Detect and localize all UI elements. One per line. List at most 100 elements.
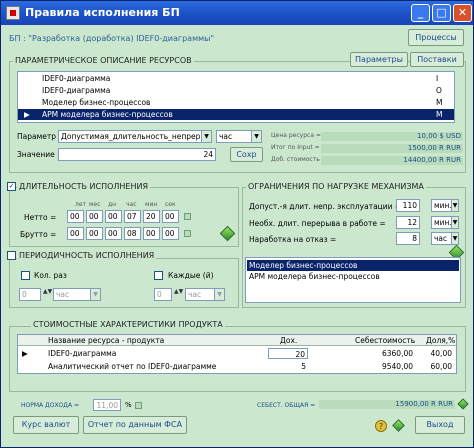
list-item-selected[interactable]: Моделер бизнес-процессов — [247, 260, 459, 271]
params-button[interactable]: Параметры — [350, 52, 408, 67]
value-input[interactable]: 24 — [58, 148, 216, 161]
minimize-button[interactable]: _ — [411, 4, 430, 22]
col-days: дн — [108, 201, 117, 208]
gross-days[interactable]: 00 — [105, 227, 122, 240]
add-cost-label: Доб. стоимость = — [271, 156, 327, 163]
each-unit-select[interactable]: час ▼ — [185, 288, 225, 301]
count-unit-select[interactable]: час ▼ — [53, 288, 101, 301]
net-days[interactable]: 00 — [105, 210, 122, 223]
processes-button[interactable]: Процессы — [408, 29, 464, 46]
resource-code: O — [436, 86, 442, 95]
cost-cost: 6360,00 — [381, 349, 413, 358]
norm-unit: % — [125, 401, 132, 409]
table-row[interactable]: IDEF0-диаграмма I — [18, 73, 454, 84]
chevron-down-icon[interactable]: ▼ — [451, 200, 458, 211]
limit-label: Допуст.-я длит. непр. эксплуатации = — [249, 202, 402, 211]
list-item[interactable]: АРМ моделера бизнес-процессов — [247, 271, 459, 282]
chevron-down-icon[interactable]: ▼ — [201, 131, 211, 142]
chevron-down-icon[interactable]: ▼ — [451, 217, 458, 228]
limits-legend: ОГРАНИЧЕНИЯ ПО НАГРУЗКЕ МЕХАНИЗМА — [246, 182, 426, 191]
table-row[interactable]: ▶ IDEF0-диаграмма 20 6360,00 40,00 — [18, 348, 456, 359]
net-minutes[interactable]: 20 — [143, 210, 160, 223]
count-input[interactable]: 0 — [19, 288, 41, 301]
bp-label: БП : "Разработка (доработка) IDEF0-диагр… — [9, 34, 215, 43]
limit-value[interactable]: 110 — [396, 199, 420, 212]
gross-label: Брутто = — [20, 230, 57, 239]
net-seconds[interactable]: 00 — [162, 210, 179, 223]
chevron-down-icon[interactable]: ▼ — [251, 131, 261, 142]
each-checkbox[interactable] — [154, 271, 163, 280]
limit-unit-select[interactable]: мин. ▼ — [431, 216, 459, 229]
periodicity-checkbox[interactable] — [7, 251, 16, 260]
limit-unit-select[interactable]: мин. ▼ — [431, 199, 459, 212]
apply-icon[interactable] — [392, 419, 405, 432]
main-window: Правила исполнения БП _ □ ✕ БП : "Разраб… — [0, 0, 474, 448]
table-row[interactable]: Аналитический отчет по IDEF0-диаграмме 5… — [18, 361, 456, 372]
chevron-down-icon[interactable]: ▼ — [90, 289, 100, 300]
exit-button[interactable]: Выход — [415, 416, 465, 434]
limit-value[interactable]: 8 — [396, 232, 420, 245]
duration-checkbox[interactable]: ✓ — [7, 182, 16, 191]
duration-legend: ДЛИТЕЛЬНОСТЬ ИСПОЛНЕНИЯ — [17, 182, 151, 191]
chevron-down-icon[interactable]: ▼ — [214, 289, 224, 300]
title-bar[interactable]: Правила исполнения БП _ □ ✕ — [1, 1, 473, 25]
net-toggle[interactable] — [184, 213, 191, 220]
apply-costs-icon[interactable] — [457, 398, 469, 410]
costs-legend: СТОИМОСТНЫЕ ХАРАКТЕРИСТИКИ ПРОДУКТА — [31, 320, 225, 329]
count-spin-icon[interactable]: ▲▼ — [43, 288, 52, 295]
limit-unit-value: час — [434, 234, 448, 243]
table-row[interactable]: IDEF0-диаграмма O — [18, 85, 454, 96]
param-select[interactable]: Допустимая_длительность_непреры ▼ — [58, 130, 212, 143]
total-cost-value: 15900,00 R RUR — [395, 400, 453, 408]
limit-unit-select[interactable]: час ▼ — [431, 232, 459, 245]
cost-name: Аналитический отчет по IDEF0-диаграмме — [48, 362, 217, 371]
norm-input[interactable]: 11,00 — [93, 399, 121, 411]
chevron-down-icon[interactable]: ▼ — [451, 233, 458, 244]
table-row[interactable]: Моделер бизнес-процессов M — [18, 97, 454, 108]
fsa-report-button[interactable]: Отчет по данным ФСА — [83, 416, 187, 434]
close-button[interactable]: ✕ — [453, 4, 472, 22]
supplies-button[interactable]: Поставки — [410, 52, 464, 67]
col-minutes: мин — [145, 201, 158, 208]
resource-code: M — [436, 110, 443, 119]
limit-unit-value: мин. — [434, 201, 452, 210]
help-icon[interactable]: ? — [375, 420, 387, 432]
limit-unit-value: мин. — [434, 218, 452, 227]
each-spin-icon[interactable]: ▲▼ — [174, 288, 183, 295]
each-input[interactable]: 0 — [154, 288, 172, 301]
table-row-selected[interactable]: ▶ АРМ моделера бизнес-процессов M — [18, 109, 454, 120]
gross-minutes[interactable]: 00 — [143, 227, 160, 240]
gross-hours[interactable]: 08 — [124, 227, 141, 240]
param-label: Параметр — [17, 132, 56, 141]
row-pointer-icon: ▶ — [22, 349, 28, 358]
net-hours[interactable]: 07 — [124, 210, 141, 223]
limit-value[interactable]: 12 — [396, 216, 420, 229]
cost-dox[interactable]: 20 — [268, 348, 308, 359]
maximize-button[interactable]: □ — [432, 4, 451, 22]
save-button[interactable]: Сохр — [230, 147, 263, 162]
mechanism-list[interactable]: Моделер бизнес-процессов АРМ моделера би… — [245, 257, 461, 303]
resources-table[interactable]: IDEF0-диаграмма I IDEF0-диаграмма O Моде… — [17, 71, 455, 123]
rates-button[interactable]: Курс валют — [13, 416, 79, 434]
gross-months[interactable]: 00 — [86, 227, 103, 240]
row-pointer-icon: ▶ — [24, 110, 30, 119]
unit-select-value: час — [219, 132, 233, 141]
resource-code: I — [436, 74, 439, 83]
total-in-value: 1500,00 R RUR — [407, 144, 461, 152]
window-title: Правила исполнения БП — [25, 6, 180, 19]
gross-toggle[interactable] — [184, 230, 191, 237]
count-checkbox[interactable] — [21, 271, 30, 280]
net-years[interactable]: 00 — [67, 210, 84, 223]
cost-name: IDEF0-диаграмма — [48, 349, 117, 358]
gross-seconds[interactable]: 00 — [162, 227, 179, 240]
unit-select[interactable]: час ▼ — [216, 130, 262, 143]
resource-code: M — [436, 98, 443, 107]
net-months[interactable]: 00 — [86, 210, 103, 223]
cost-share: 40,00 — [430, 349, 452, 358]
gross-years[interactable]: 00 — [67, 227, 84, 240]
col-header-name: Название ресурса - продукта — [48, 336, 165, 345]
costs-table[interactable]: Название ресурса - продукта Дох. Себесто… — [17, 334, 457, 374]
norm-toggle[interactable] — [135, 402, 142, 409]
resource-name: IDEF0-диаграмма — [42, 74, 111, 83]
price-value: 10,00 $ USD — [417, 132, 461, 140]
